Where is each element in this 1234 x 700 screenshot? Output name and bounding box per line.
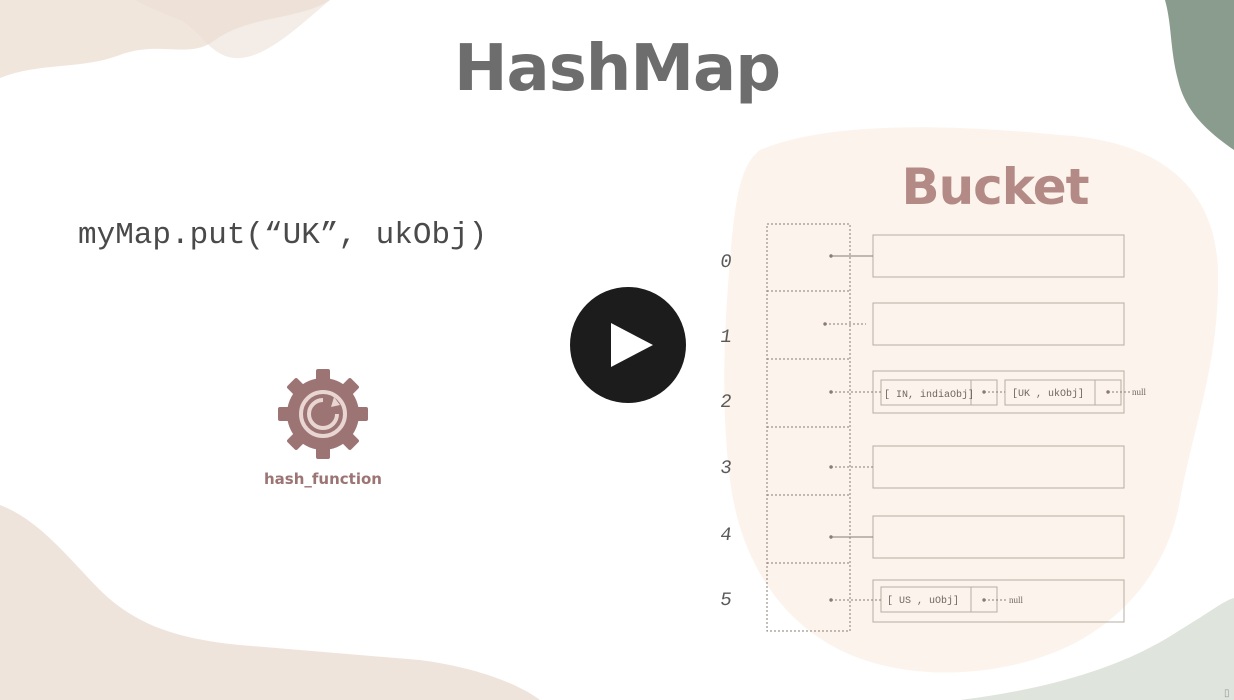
play-icon bbox=[611, 323, 653, 367]
bucket-slot-4 bbox=[872, 515, 1125, 559]
bucket-index-3: 3 bbox=[718, 457, 734, 479]
bucket-slot-1 bbox=[872, 302, 1125, 346]
null-label-row5: null bbox=[1009, 595, 1024, 605]
bucket-index-5: 5 bbox=[718, 589, 734, 611]
bucket-index-4: 4 bbox=[718, 524, 734, 546]
null-label-row2: null bbox=[1132, 387, 1147, 397]
bucket-index-0: 0 bbox=[718, 251, 734, 273]
play-button[interactable] bbox=[570, 287, 686, 403]
trash-icon[interactable]: ▯ bbox=[1224, 688, 1230, 699]
bucket-index-2: 2 bbox=[718, 391, 734, 413]
bucket-slot-0 bbox=[872, 234, 1125, 278]
bucket-slot-3 bbox=[872, 445, 1125, 489]
bucket-index-1: 1 bbox=[718, 326, 734, 348]
node-label-us: [ US , uObj] bbox=[887, 595, 959, 607]
node-label-in: [ IN, indiaObj] bbox=[884, 389, 974, 401]
node-label-uk: [UK , ukObj] bbox=[1012, 388, 1084, 400]
